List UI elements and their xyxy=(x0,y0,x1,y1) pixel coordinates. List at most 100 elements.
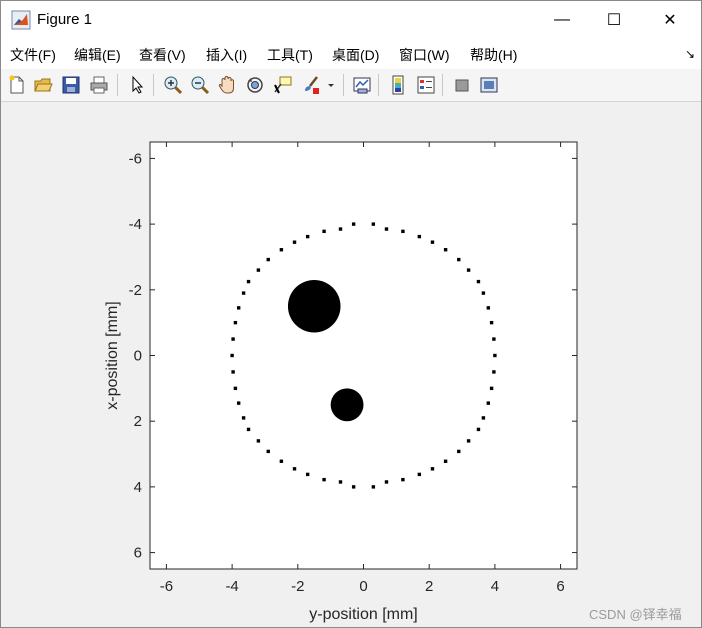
zoom-out-icon[interactable] xyxy=(188,73,212,97)
hide-plot-tools-icon[interactable] xyxy=(450,73,474,97)
scatter-point xyxy=(486,401,491,405)
y-tick-label: 4 xyxy=(134,479,142,496)
scatter-point xyxy=(279,248,284,252)
y-axis-label: x-position [mm] xyxy=(104,301,121,409)
brush-dropdown-icon[interactable] xyxy=(323,73,339,97)
scatter-point xyxy=(481,416,486,420)
y-tick-label: 0 xyxy=(134,348,142,365)
scatter-point xyxy=(443,248,448,252)
scatter-point xyxy=(305,472,310,477)
maximize-icon: ☐ xyxy=(606,12,622,29)
x-tick-label: -2 xyxy=(291,578,304,595)
scatter-point xyxy=(279,459,284,463)
scatter-point xyxy=(231,337,235,341)
menu-view[interactable]: 查看(V) xyxy=(139,45,186,65)
scatter-point xyxy=(466,439,471,443)
menu-insert[interactable]: 插入(I) xyxy=(206,45,247,65)
select-arrow-icon[interactable] xyxy=(125,73,149,97)
menu-edit[interactable]: 编辑(E) xyxy=(74,45,121,65)
toolbar-separator xyxy=(117,74,118,96)
figure-window: Figure 1 — ☐ ✕ 文件(F) 编辑(E) 查看(V) 插入(I) 工… xyxy=(0,0,702,628)
figure-toolbar xyxy=(1,69,701,102)
scatter-point xyxy=(371,485,376,489)
zoom-in-icon[interactable] xyxy=(161,73,185,97)
scatter-point xyxy=(492,370,496,374)
maximize-button[interactable]: ☐ xyxy=(591,1,637,39)
y-tick-label: -2 xyxy=(129,282,142,299)
menu-bar: 文件(F) 编辑(E) 查看(V) 插入(I) 工具(T) 桌面(D) 窗口(W… xyxy=(1,39,701,70)
toolbar-separator xyxy=(153,74,154,96)
dock-arrow-icon[interactable]: ↘ xyxy=(685,47,695,61)
menu-window[interactable]: 窗口(W) xyxy=(399,45,450,65)
x-axis-label: y-position [mm] xyxy=(309,606,417,623)
menu-file[interactable]: 文件(F) xyxy=(10,45,56,65)
data-cursor-icon[interactable] xyxy=(271,73,295,97)
scatter-point xyxy=(266,257,270,262)
scatter-point xyxy=(233,320,238,325)
scatter-point xyxy=(493,353,497,358)
y-tick-label: -6 xyxy=(129,150,142,167)
close-button[interactable]: ✕ xyxy=(647,1,693,39)
scatter-point xyxy=(322,477,326,482)
scatter-point xyxy=(241,291,246,295)
matlab-logo-icon xyxy=(11,10,31,30)
inclusion-disk xyxy=(287,279,341,333)
menu-help[interactable]: 帮助(H) xyxy=(470,45,517,65)
show-plot-tools-icon[interactable] xyxy=(477,73,501,97)
scatter-point xyxy=(384,227,389,231)
scatter-point xyxy=(492,337,496,341)
open-file-icon[interactable] xyxy=(31,73,55,97)
close-icon: ✕ xyxy=(663,12,677,29)
scatter-point xyxy=(256,268,261,272)
colorbar-icon[interactable] xyxy=(386,73,410,97)
scatter-point xyxy=(233,386,238,391)
minimize-button[interactable]: — xyxy=(539,1,585,39)
scatter-point xyxy=(322,229,326,234)
save-icon[interactable] xyxy=(59,73,83,97)
scatter-point xyxy=(486,306,491,310)
scatter-point xyxy=(246,279,251,284)
toolbar-separator xyxy=(442,74,443,96)
scatter-point xyxy=(230,353,234,358)
scatter-point xyxy=(489,386,494,391)
scatter-point xyxy=(481,291,486,295)
scatter-point xyxy=(430,240,435,244)
scatter-point xyxy=(457,257,461,262)
rotate-3d-icon[interactable] xyxy=(243,73,267,97)
scatter-point xyxy=(231,370,235,374)
scatter-point xyxy=(401,229,405,234)
pan-hand-icon[interactable] xyxy=(215,73,239,97)
scatter-point xyxy=(476,427,481,432)
scatter-point xyxy=(292,240,297,244)
plot-area xyxy=(149,141,578,570)
scatter-point xyxy=(417,234,422,239)
menu-desktop[interactable]: 桌面(D) xyxy=(332,45,379,65)
title-bar[interactable]: Figure 1 — ☐ ✕ xyxy=(1,1,701,39)
y-tick-label: 6 xyxy=(134,545,142,562)
x-tick-label: 6 xyxy=(556,578,564,595)
toolbar-separator xyxy=(378,74,379,96)
legend-icon[interactable] xyxy=(414,73,438,97)
brush-icon[interactable] xyxy=(299,73,323,97)
x-tick-label: 4 xyxy=(491,578,499,595)
scatter-point xyxy=(457,449,461,454)
x-tick-label: 2 xyxy=(425,578,433,595)
watermark-text: CSDN @铎幸福 xyxy=(589,607,682,622)
scatter-point xyxy=(241,416,246,420)
new-figure-icon[interactable] xyxy=(5,73,29,97)
x-tick-label: -4 xyxy=(225,578,238,595)
scatter-point xyxy=(338,227,343,231)
minimize-icon: — xyxy=(554,11,570,28)
scatter-point xyxy=(256,439,261,443)
plot-axes[interactable]: -6 -4 -2 0 2 4 6 -6 -4 -2 0 2 4 6 y-position [mm] x-pos… xyxy=(1,102,701,627)
link-plot-icon[interactable] xyxy=(350,73,374,97)
figure-canvas: -6 -4 -2 0 2 4 6 -6 -4 -2 0 2 4 6 y-position [mm] x-pos… xyxy=(1,102,701,627)
y-tick-label: -4 xyxy=(129,216,142,233)
menu-tools[interactable]: 工具(T) xyxy=(267,45,313,65)
x-tick-label: -6 xyxy=(160,578,173,595)
scatter-point xyxy=(266,449,270,454)
print-icon[interactable] xyxy=(87,73,111,97)
inclusion-disk xyxy=(330,388,364,422)
scatter-point xyxy=(236,401,241,405)
scatter-point xyxy=(476,279,481,284)
